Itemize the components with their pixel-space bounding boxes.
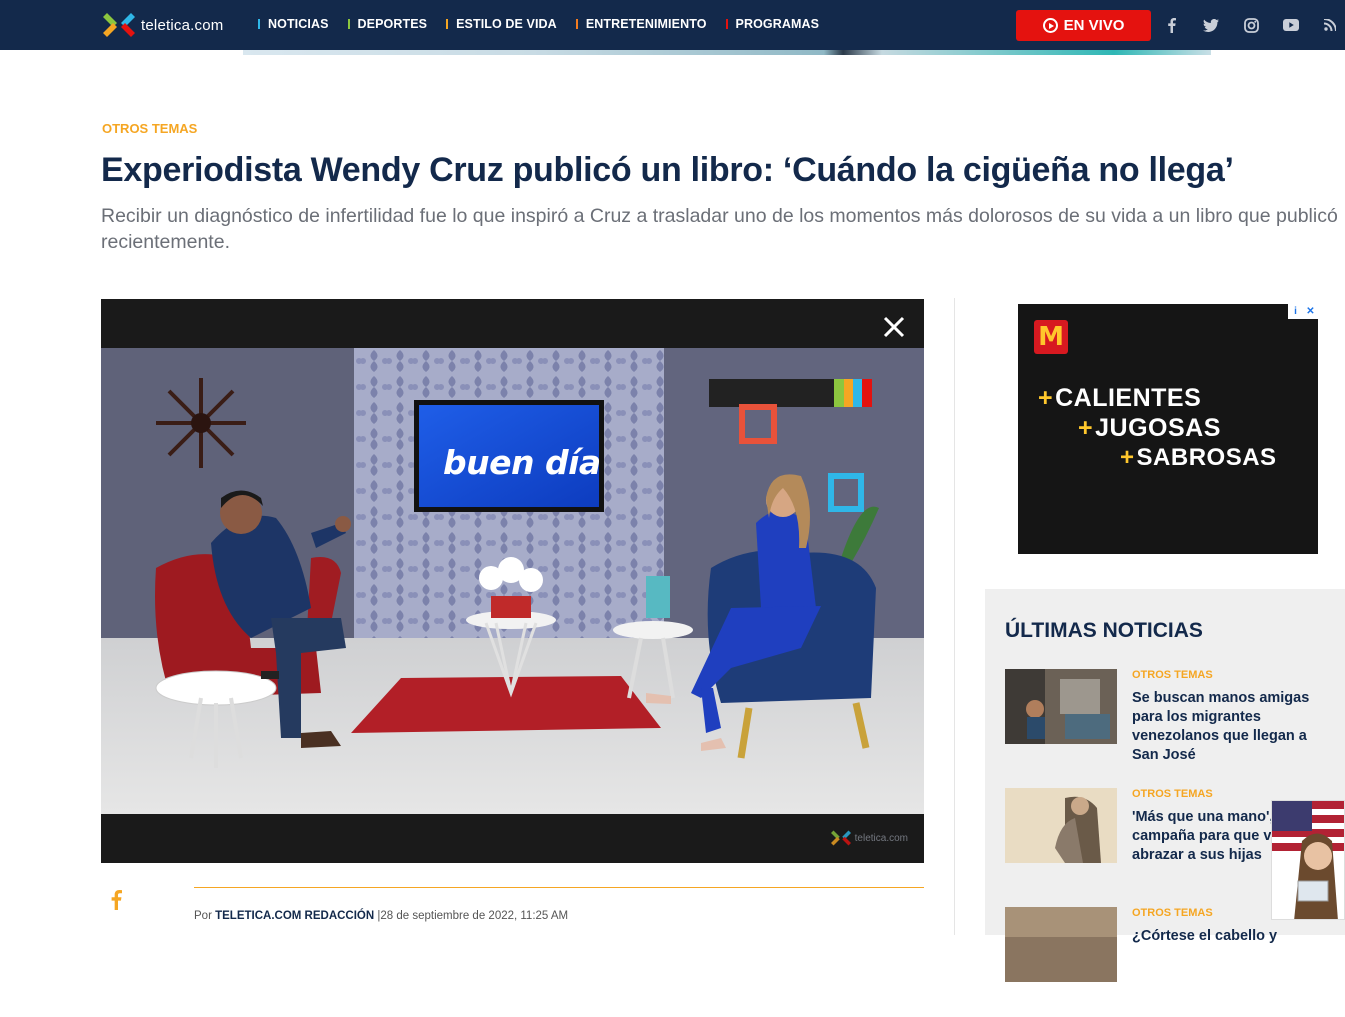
top-banner-strip[interactable] xyxy=(243,50,1211,55)
byline-date: |28 de septiembre de 2022, 11:25 AM xyxy=(377,910,569,922)
menu-bar-programas xyxy=(725,19,728,29)
plus-icon: + xyxy=(1038,384,1054,412)
byline-prefix: Por xyxy=(194,910,216,922)
menu-label: NOTICIAS xyxy=(268,17,329,31)
article-title: Experiodista Wendy Cruz publicó un libro… xyxy=(101,151,1234,189)
menu-bar-estilo xyxy=(446,19,449,29)
menu-bar-deportes xyxy=(347,19,350,29)
main-menu: NOTICIAS DEPORTES ESTILO DE VIDA ENTRETE… xyxy=(258,17,838,31)
byline-author[interactable]: TELETICA.COM REDACCIÓN xyxy=(215,910,374,922)
news-category[interactable]: OTROS TEMAS xyxy=(1132,907,1213,919)
video-frame: buen día xyxy=(101,348,924,814)
mcdonalds-logo-letter: M xyxy=(1038,322,1064,352)
news-category[interactable]: OTROS TEMAS xyxy=(1132,669,1213,681)
en-vivo-button[interactable]: EN VIVO xyxy=(1016,10,1151,41)
plus-icon: + xyxy=(1078,414,1094,442)
en-vivo-label: EN VIVO xyxy=(1063,17,1125,34)
top-navbar: teletica.com NOTICIAS DEPORTES ESTILO DE… xyxy=(0,0,1345,50)
ad-line-3: +SABROSAS xyxy=(1120,444,1277,472)
menu-item-entretenimiento[interactable]: ENTRETENIMIENTO xyxy=(575,17,707,31)
menu-item-noticias[interactable]: NOTICIAS xyxy=(258,17,329,31)
teletica-logo[interactable]: teletica.com xyxy=(103,9,243,41)
sidebar-ad[interactable]: M i ✕ +CALIENTES +JUGOSAS +SABROSAS xyxy=(1018,304,1318,554)
menu-label: DEPORTES xyxy=(357,17,428,31)
news-item[interactable]: OTROS TEMAS Se buscan manos amigas para … xyxy=(1005,669,1345,779)
news-category[interactable]: OTROS TEMAS xyxy=(1132,788,1213,800)
menu-label: PROGRAMAS xyxy=(735,17,820,31)
instagram-icon[interactable] xyxy=(1241,16,1261,34)
video-player[interactable]: buen día teletica.com xyxy=(101,299,924,863)
floating-ad[interactable] xyxy=(1271,800,1345,920)
article-category[interactable]: OTROS TEMAS xyxy=(102,121,197,136)
ad-line-3-text: SABROSAS xyxy=(1136,444,1277,471)
twitter-icon[interactable] xyxy=(1201,16,1221,34)
play-circle-icon xyxy=(1042,18,1058,33)
menu-label: ESTILO DE VIDA xyxy=(456,17,557,31)
plus-icon: + xyxy=(1120,444,1135,471)
news-title[interactable]: Se buscan manos amigas para los migrante… xyxy=(1132,689,1322,765)
facebook-share-icon[interactable] xyxy=(110,890,122,916)
menu-item-programas[interactable]: PROGRAMAS xyxy=(725,17,820,31)
tv-screen-text: buen día xyxy=(443,443,601,482)
adchoices-icon[interactable]: i ✕ xyxy=(1288,304,1318,319)
logo-text: teletica.com xyxy=(141,16,224,34)
ad-line-1: +CALIENTES xyxy=(1038,384,1201,413)
menu-bar-noticias xyxy=(258,19,260,29)
ad-line-1-text: CALIENTES xyxy=(1055,384,1202,412)
menu-item-estilo-de-vida[interactable]: ESTILO DE VIDA xyxy=(446,17,557,31)
ad-line-2: +JUGOSAS xyxy=(1078,414,1221,443)
facebook-icon[interactable] xyxy=(1161,16,1181,34)
ad-line-2-text: JUGOSAS xyxy=(1095,414,1221,442)
teletica-logo-icon xyxy=(103,13,135,37)
article-subtitle: Recibir un diagnóstico de infertilidad f… xyxy=(101,205,1338,253)
byline: Por TELETICA.COM REDACCIÓN |28 de septie… xyxy=(194,910,568,922)
menu-item-deportes[interactable]: DEPORTES xyxy=(347,17,428,31)
ad-close-icon[interactable]: ✕ xyxy=(1303,304,1318,319)
news-thumbnail[interactable] xyxy=(1005,907,1117,982)
mcdonalds-logo: M xyxy=(1034,320,1068,354)
youtube-icon[interactable] xyxy=(1281,16,1301,34)
news-item[interactable]: OTROS TEMAS ¿Córtese el cabello y xyxy=(1005,907,1345,1017)
news-thumbnail[interactable] xyxy=(1005,788,1117,863)
menu-label: ENTRETENIMIENTO xyxy=(585,17,707,31)
byline-divider xyxy=(194,887,924,888)
teletica-watermark-icon xyxy=(830,830,851,846)
watermark-text: teletica.com xyxy=(854,832,908,844)
latest-news-heading: ÚLTIMAS NOTICIAS xyxy=(1005,619,1203,642)
news-title[interactable]: ¿Córtese el cabello y xyxy=(1132,927,1322,946)
menu-bar-entretenimiento xyxy=(575,19,578,29)
ad-info-icon[interactable]: i xyxy=(1288,304,1303,319)
close-icon[interactable] xyxy=(882,315,906,339)
video-watermark: teletica.com xyxy=(830,828,908,848)
rss-icon[interactable] xyxy=(1320,16,1340,34)
news-thumbnail[interactable] xyxy=(1005,669,1117,744)
floating-ad-image xyxy=(1272,801,1344,919)
column-divider xyxy=(954,298,955,935)
studio-scene xyxy=(101,348,924,814)
